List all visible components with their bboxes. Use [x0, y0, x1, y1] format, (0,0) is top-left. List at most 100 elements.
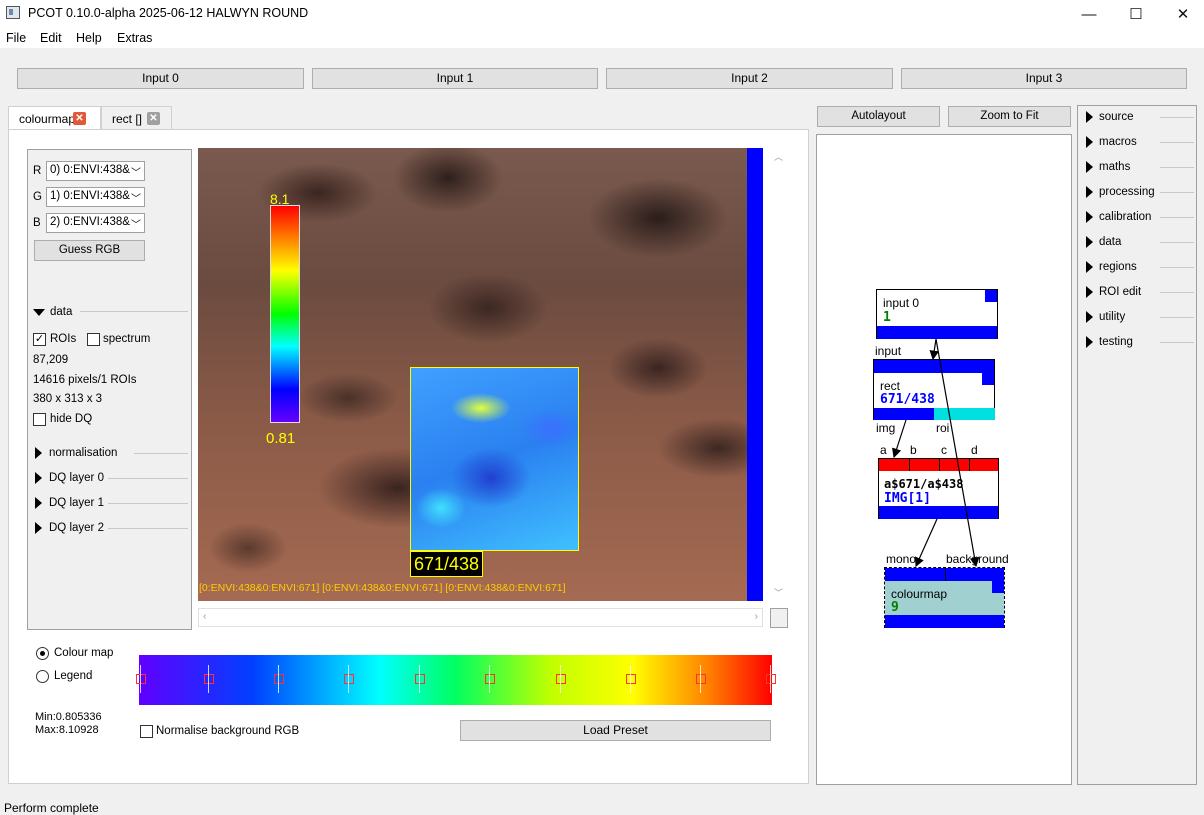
colour-stop-handle[interactable]: [204, 665, 214, 693]
palette-item-testing[interactable]: testing: [1099, 336, 1133, 348]
expand-right-icon[interactable]: [1086, 236, 1093, 248]
chevron-down-icon: ﹀: [131, 168, 141, 179]
expand-right-icon[interactable]: [35, 472, 42, 484]
b-channel-select[interactable]: 2) 0:ENVI:438& ﹀: [46, 213, 145, 233]
maximize-button[interactable]: ☐: [1113, 0, 1159, 28]
input-0-button[interactable]: Input 0: [17, 68, 304, 89]
palette-item-data[interactable]: data: [1099, 236, 1121, 248]
chevron-down-icon: ﹀: [131, 220, 141, 231]
dims-text: 380 x 313 x 3: [33, 393, 103, 405]
vertical-scrollbar[interactable]: ︿ ﹀: [771, 148, 786, 601]
expand-right-icon[interactable]: [35, 497, 42, 509]
menu-file[interactable]: File: [6, 31, 26, 45]
hide-dq-checkbox[interactable]: [33, 413, 46, 426]
scroll-left-icon[interactable]: ‹: [203, 611, 206, 622]
b-channel-value: 2) 0:ENVI:438&: [50, 216, 130, 228]
input-3-button[interactable]: Input 3: [901, 68, 1187, 89]
expand-right-icon[interactable]: [1086, 161, 1093, 173]
g-channel-select[interactable]: 1) 0:ENVI:438& ﹀: [46, 187, 145, 207]
colour-stop-handle[interactable]: [274, 665, 284, 693]
palette-item-source[interactable]: source: [1099, 111, 1134, 123]
max-value: Max:8.10928: [35, 724, 99, 736]
canvas-blue-margin: [747, 148, 763, 601]
autolayout-button[interactable]: Autolayout: [817, 106, 940, 127]
divider: [1160, 267, 1194, 268]
legend-min-label: 0.81: [266, 430, 296, 447]
dq-layer-1-section[interactable]: DQ layer 1: [49, 497, 104, 509]
roi-region[interactable]: [410, 367, 579, 551]
edge-input-to-background: [935, 338, 980, 568]
load-preset-button[interactable]: Load Preset: [460, 720, 771, 741]
edge-input-to-rect: [929, 338, 939, 361]
tab-colourmap[interactable]: colourmap ✕: [8, 106, 101, 130]
min-value: Min:0.805336: [35, 711, 102, 723]
menu-extras[interactable]: Extras: [117, 31, 152, 45]
colour-stop-handle[interactable]: [485, 665, 495, 693]
input-2-button[interactable]: Input 2: [606, 68, 893, 89]
colour-stop-handle[interactable]: [556, 665, 566, 693]
colour-stop-handle[interactable]: [344, 665, 354, 693]
menu-bar: [0, 28, 1204, 48]
data-section-label[interactable]: data: [50, 306, 72, 318]
expand-right-icon[interactable]: [1086, 186, 1093, 198]
divider: [108, 478, 188, 479]
expand-right-icon[interactable]: [1086, 286, 1093, 298]
normalise-label: Normalise background RGB: [156, 725, 300, 737]
g-label: G: [33, 191, 42, 203]
expand-right-icon[interactable]: [1086, 336, 1093, 348]
input-1-button[interactable]: Input 1: [312, 68, 598, 89]
expand-right-icon[interactable]: [35, 447, 42, 459]
tab-close-icon[interactable]: ✕: [147, 112, 160, 125]
scroll-down-icon[interactable]: ﹀: [774, 586, 783, 599]
guess-rgb-button[interactable]: Guess RGB: [34, 240, 145, 261]
colour-stop-handle[interactable]: [415, 665, 425, 693]
expand-right-icon[interactable]: [1086, 211, 1093, 223]
normalisation-section[interactable]: normalisation: [49, 447, 117, 459]
dq-layer-0-section[interactable]: DQ layer 0: [49, 472, 104, 484]
expand-right-icon[interactable]: [1086, 311, 1093, 323]
expand-right-icon[interactable]: [1086, 136, 1093, 148]
horizontal-scrollbar[interactable]: ‹ ›: [198, 608, 763, 627]
normalise-checkbox[interactable]: [140, 725, 153, 738]
expand-right-icon[interactable]: [1086, 261, 1093, 273]
canvas-caption: [0:ENVI:438&0:ENVI:671] [0:ENVI:438&0:EN…: [199, 582, 566, 594]
edge-img-to-a: [892, 419, 907, 459]
r-channel-select[interactable]: 0) 0:ENVI:438& ﹀: [46, 161, 145, 181]
colour-map-strip[interactable]: [136, 655, 776, 705]
legend-label: Legend: [54, 670, 93, 682]
palette-item-maths[interactable]: maths: [1099, 161, 1130, 173]
scroll-right-icon[interactable]: ›: [755, 611, 758, 622]
legend-radio[interactable]: [36, 670, 49, 683]
palette-item-calibration[interactable]: calibration: [1099, 211, 1151, 223]
colour-stop-handle[interactable]: [696, 665, 706, 693]
divider: [108, 503, 188, 504]
close-button[interactable]: ✕: [1160, 0, 1204, 28]
palette-item-macros[interactable]: macros: [1099, 136, 1137, 148]
palette-item-utility[interactable]: utility: [1099, 311, 1125, 323]
roi-label: 671/438: [410, 551, 484, 577]
expand-right-icon[interactable]: [1086, 111, 1093, 123]
menu-edit[interactable]: Edit: [40, 31, 62, 45]
palette-item-processing[interactable]: processing: [1099, 186, 1155, 198]
tab-close-icon[interactable]: ✕: [73, 112, 86, 125]
scroll-up-icon[interactable]: ︿: [774, 150, 783, 163]
spectrum-checkbox[interactable]: [87, 333, 100, 346]
divider: [1160, 117, 1194, 118]
tab-rect[interactable]: rect [] ✕: [101, 106, 172, 129]
divider: [80, 311, 188, 312]
expand-down-icon[interactable]: [33, 309, 45, 316]
colour-stop-handle[interactable]: [766, 665, 776, 693]
colour-map-radio[interactable]: [36, 647, 49, 660]
expand-right-icon[interactable]: [35, 522, 42, 534]
spectrum-label: spectrum: [103, 333, 151, 345]
menu-help[interactable]: Help: [76, 31, 102, 45]
colour-stop-handle[interactable]: [626, 665, 636, 693]
zoom-to-fit-button[interactable]: Zoom to Fit: [948, 106, 1071, 127]
palette-item-regions[interactable]: regions: [1099, 261, 1137, 273]
dq-layer-2-section[interactable]: DQ layer 2: [49, 522, 104, 534]
colour-stop-handle[interactable]: [136, 665, 146, 693]
palette-item-roi-edit[interactable]: ROI edit: [1099, 286, 1141, 298]
app-icon: [6, 6, 20, 19]
minimize-button[interactable]: —: [1066, 0, 1112, 28]
rois-checkbox[interactable]: ✓: [33, 333, 46, 346]
